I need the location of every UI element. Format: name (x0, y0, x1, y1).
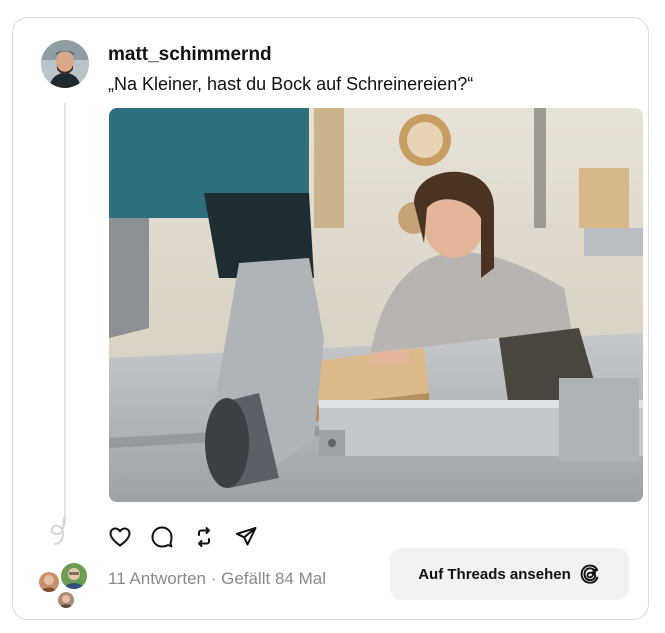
threads-post-card: matt_schimmernd „Na Kleiner, hast du Boc… (12, 17, 649, 620)
replies-count[interactable]: 11 Antworten (108, 569, 206, 588)
replier-avatar (56, 590, 76, 610)
post-stats: 11 Antworten · Gefällt 84 Mal (108, 569, 326, 589)
thread-loop-icon (50, 517, 65, 545)
view-on-threads-button[interactable]: Auf Threads ansehen (390, 548, 629, 600)
reply-button[interactable] (149, 524, 175, 550)
replier-avatar (37, 570, 61, 594)
replier-avatar (59, 561, 89, 591)
thread-line (64, 103, 66, 525)
author-username[interactable]: matt_schimmernd (108, 44, 272, 66)
repost-arrows-icon (198, 527, 210, 547)
post-text: „Na Kleiner, hast du Bock auf Schreinere… (108, 74, 474, 94)
speech-bubble-icon (151, 526, 173, 548)
heart-icon (109, 527, 131, 547)
post-image[interactable] (109, 108, 643, 502)
replier-avatars (37, 561, 89, 610)
likes-count[interactable]: Gefällt 84 Mal (221, 569, 326, 588)
view-on-threads-label: Auf Threads ansehen (418, 565, 571, 583)
share-button[interactable] (233, 524, 259, 550)
stats-separator: · (205, 569, 222, 588)
like-button[interactable] (107, 524, 133, 550)
threads-logo-icon (580, 564, 599, 584)
repost-button[interactable] (191, 524, 217, 550)
paper-plane-icon (236, 527, 257, 546)
author-avatar[interactable] (41, 40, 89, 88)
